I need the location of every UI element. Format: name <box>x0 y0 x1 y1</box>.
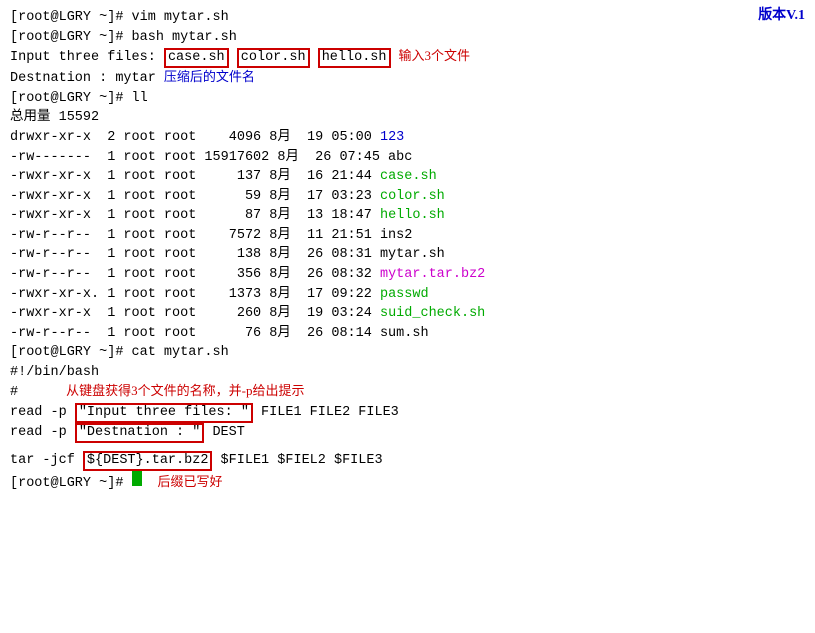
file-row-4: -rwxr-xr-x 1 root root 87 8月 13 18:47 he… <box>10 206 805 226</box>
file-row-10: -rw-r--r-- 1 root root 76 8月 26 08:14 su… <box>10 324 805 344</box>
hash-char: # <box>10 383 18 403</box>
file-row-0: drwxr-xr-x 2 root root 4096 8月 19 05:00 … <box>10 128 805 148</box>
tar-dest-box: ${DEST}.tar.bz2 <box>83 451 213 471</box>
cmd1-line: [root@LGRY ~]# vim mytar.sh <box>10 8 805 28</box>
read2-line: read -p "Destnation : " DEST <box>10 423 805 443</box>
tar-pre: tar -jcf <box>10 451 83 471</box>
file-row-3: -rwxr-xr-x 1 root root 59 8月 17 03:23 co… <box>10 187 805 207</box>
final-line: [root@LGRY ~]# 后缀已写好 <box>10 471 805 494</box>
file-row-2: -rwxr-xr-x 1 root root 137 8月 16 21:44 c… <box>10 167 805 187</box>
terminal-output: [root@LGRY ~]# vim mytar.sh [root@LGRY ~… <box>10 8 805 494</box>
file1-box: case.sh <box>164 48 229 68</box>
read2-quoted-box: "Destnation : " <box>75 423 205 443</box>
final-prompt: [root@LGRY ~]# <box>10 474 132 494</box>
tar-line: tar -jcf ${DEST}.tar.bz2 $FILE1 $FIEL2 $… <box>10 451 805 471</box>
total-line: 总用量 15592 <box>10 108 805 128</box>
dest-text: Destnation : mytar <box>10 69 156 89</box>
file-row-8: -rwxr-xr-x. 1 root root 1373 8月 17 09:22… <box>10 285 805 305</box>
file-list: drwxr-xr-x 2 root root 4096 8月 19 05:00 … <box>10 128 805 343</box>
dest-annotation: 压缩后的文件名 <box>164 68 255 87</box>
cmd2-line: [root@LGRY ~]# bash mytar.sh <box>10 28 805 48</box>
read2-post: DEST <box>204 423 245 443</box>
input-prompt: Input three files: <box>10 48 164 68</box>
read1-post: FILE1 FILE2 FILE3 <box>253 403 399 423</box>
input-files-line: Input three files: case.sh color.sh hell… <box>10 47 805 68</box>
suffix-annotation: 后缀已写好 <box>158 473 223 492</box>
cmd3-line: [root@LGRY ~]# ll <box>10 89 805 109</box>
read1-quoted-box: "Input three files: " <box>75 403 253 423</box>
script-annotation: 从键盘获得3个文件的名称，并-p给出提示 <box>66 382 304 401</box>
shebang-line: #!/bin/bash <box>10 363 805 383</box>
read1-pre: read -p <box>10 403 75 423</box>
version-label: 版本V.1 <box>758 6 805 26</box>
dest-line: Destnation : mytar 压缩后的文件名 <box>10 68 805 89</box>
file-row-1: -rw------- 1 root root 15917602 8月 26 07… <box>10 148 805 168</box>
cursor-block <box>132 471 142 486</box>
input-annotation: 输入3个文件 <box>399 47 471 66</box>
read1-line: read -p "Input three files: " FILE1 FILE… <box>10 403 805 423</box>
read2-pre: read -p <box>10 423 75 443</box>
file2-box: color.sh <box>237 48 310 68</box>
file3-box: hello.sh <box>318 48 391 68</box>
tar-post: $FILE1 $FIEL2 $FILE3 <box>212 451 382 471</box>
file-row-7: -rw-r--r-- 1 root root 356 8月 26 08:32 m… <box>10 265 805 285</box>
cmd4-line: [root@LGRY ~]# cat mytar.sh <box>10 343 805 363</box>
file-row-5: -rw-r--r-- 1 root root 7572 8月 11 21:51 … <box>10 226 805 246</box>
comment-line: # 从键盘获得3个文件的名称，并-p给出提示 <box>10 382 805 403</box>
file-row-6: -rw-r--r-- 1 root root 138 8月 26 08:31 m… <box>10 245 805 265</box>
file-row-9: -rwxr-xr-x 1 root root 260 8月 19 03:24 s… <box>10 304 805 324</box>
